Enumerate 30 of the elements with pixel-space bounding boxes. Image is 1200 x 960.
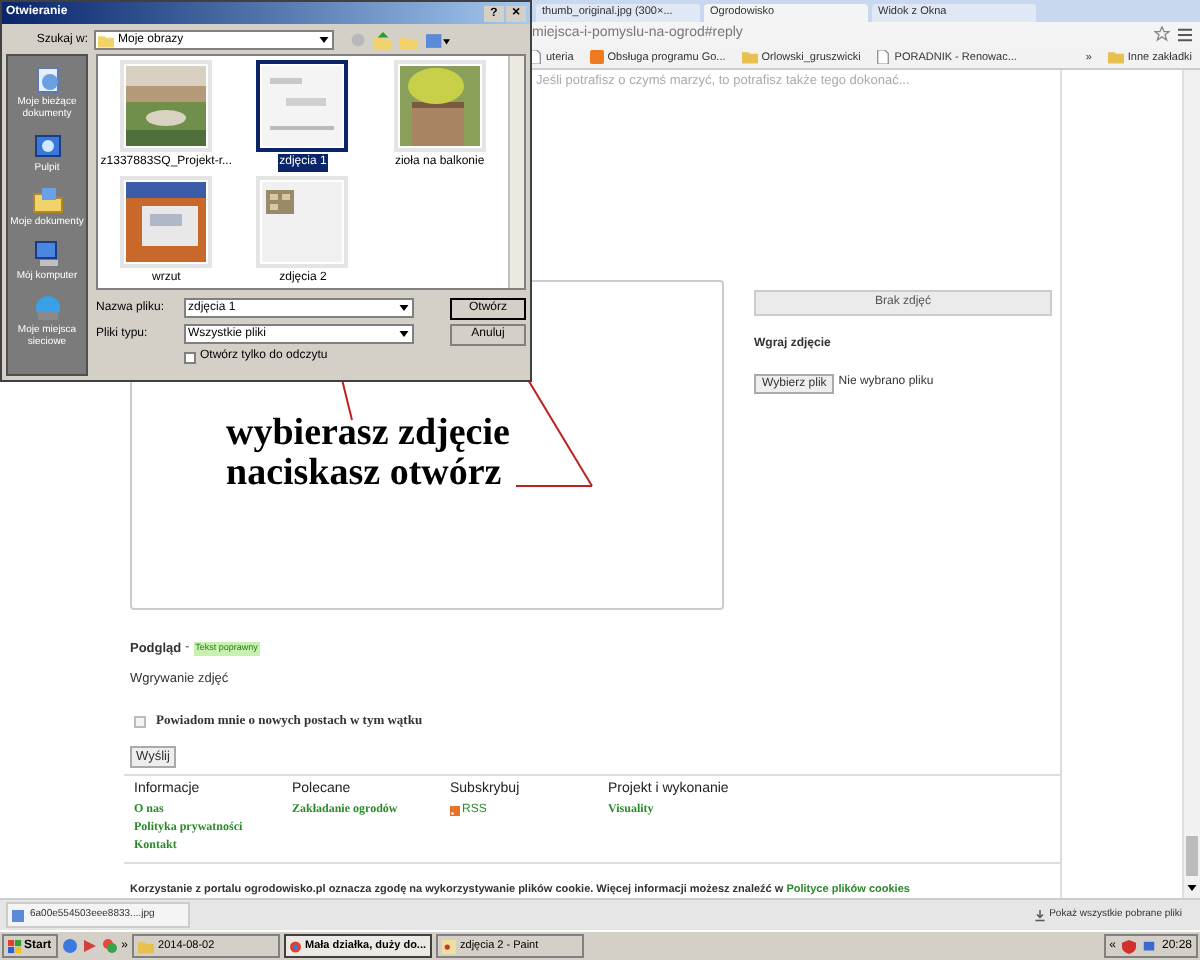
browser-icon xyxy=(290,939,301,954)
read-only-checkbox[interactable] xyxy=(184,351,196,363)
documents-icon xyxy=(31,184,63,216)
caret-icon xyxy=(398,328,410,340)
scrollbar-thumb[interactable] xyxy=(1186,836,1198,877)
annotation-text: wybierasz zdjęcie xyxy=(226,414,510,454)
notify-checkbox[interactable] xyxy=(134,715,146,728)
caret-icon xyxy=(398,302,410,314)
paint-icon xyxy=(442,939,457,954)
download-file-icon xyxy=(1033,909,1046,922)
rss-icon xyxy=(450,805,460,816)
desktop-icon xyxy=(31,130,63,162)
network-icon[interactable] xyxy=(1141,939,1156,954)
computer-icon xyxy=(31,238,63,270)
caret-icon xyxy=(1186,882,1198,895)
up-folder-icon[interactable] xyxy=(374,31,392,49)
annotation-text: naciskasz otwórz xyxy=(226,454,504,494)
shield-icon[interactable] xyxy=(1121,939,1136,954)
view-menu-icon[interactable] xyxy=(426,31,450,49)
network-icon xyxy=(31,292,63,324)
recent-icon xyxy=(31,64,63,96)
media-icon[interactable] xyxy=(81,938,98,955)
scrollbar[interactable] xyxy=(508,56,524,288)
star-icon[interactable] xyxy=(1154,26,1170,43)
menu-icon[interactable] xyxy=(1178,27,1192,42)
blog-icon xyxy=(589,50,604,65)
image-file-icon xyxy=(12,909,24,922)
folder-icon xyxy=(138,939,155,954)
scrollbar[interactable] xyxy=(1182,69,1200,899)
windows-logo-icon xyxy=(8,939,22,954)
